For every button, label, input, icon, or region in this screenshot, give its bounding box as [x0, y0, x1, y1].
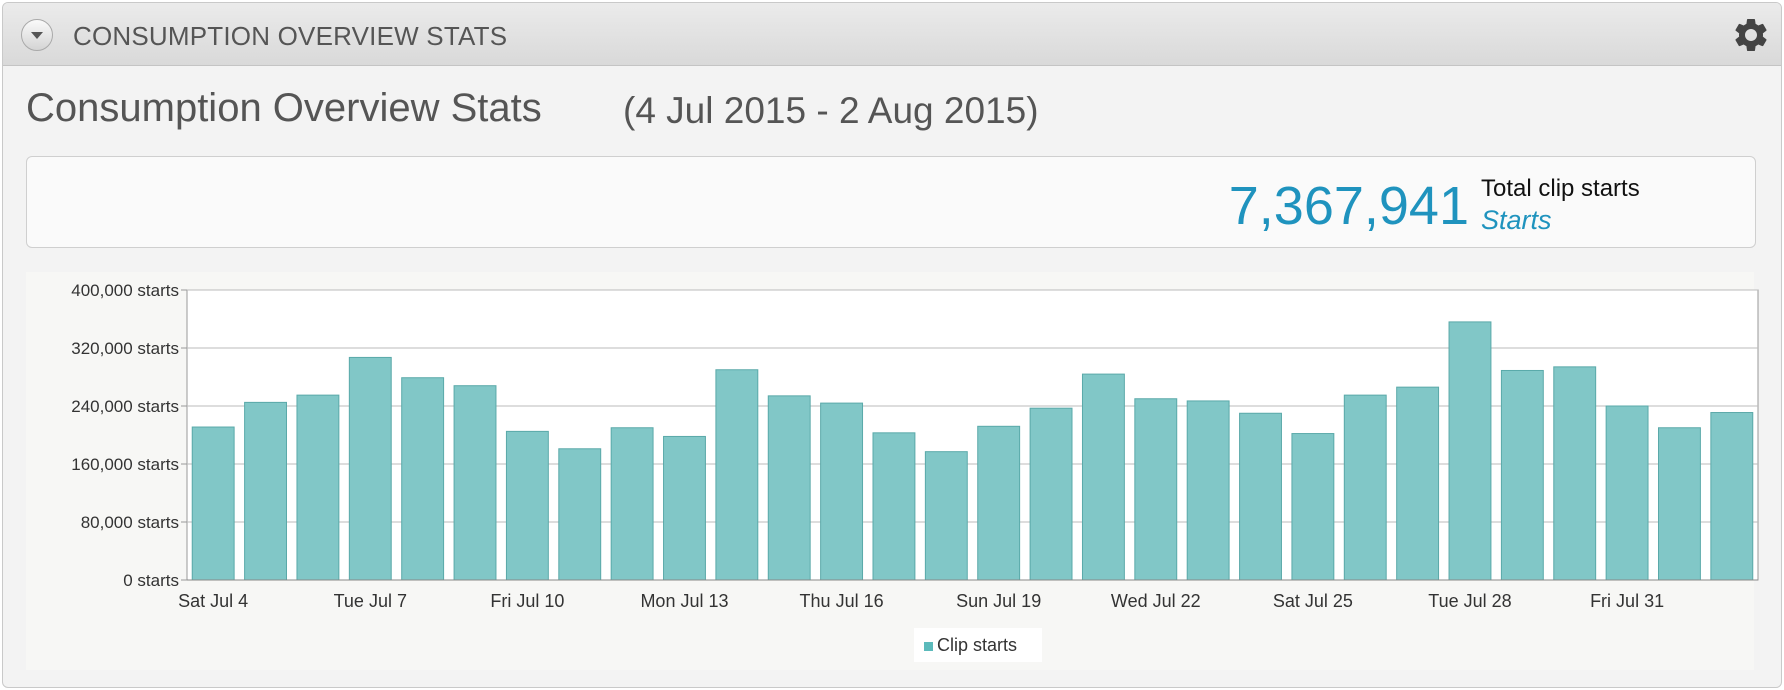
bar — [1605, 405, 1649, 581]
x-tick-label: Tue Jul 7 — [334, 591, 407, 611]
bar — [767, 395, 811, 581]
bar — [872, 432, 916, 581]
bar — [401, 377, 445, 581]
bar — [348, 356, 392, 581]
x-tick-label: Wed Jul 22 — [1111, 591, 1201, 611]
bar — [1291, 433, 1335, 581]
bar — [244, 401, 287, 581]
bar-chart: 0 starts 80,000 starts 160,000 starts 240,0… — [71, 281, 1759, 611]
x-tick-label: Tue Jul 28 — [1428, 591, 1511, 611]
y-tick-label: 240,000 starts — [71, 397, 179, 416]
bar — [1029, 407, 1073, 581]
bar — [820, 402, 864, 581]
bar — [663, 435, 706, 581]
bar — [453, 385, 497, 581]
bar — [610, 427, 654, 581]
legend-label: Clip starts — [937, 635, 1018, 655]
bar — [505, 430, 549, 581]
y-tick-label: 320,000 starts — [71, 339, 179, 358]
bar — [1134, 398, 1178, 581]
x-tick-label: Mon Jul 13 — [640, 591, 728, 611]
bar — [1710, 412, 1754, 581]
x-tick-label: Fri Jul 31 — [1590, 591, 1664, 611]
bar — [191, 426, 235, 581]
x-tick-label: Sat Jul 25 — [1273, 591, 1353, 611]
y-tick-label: 80,000 starts — [81, 513, 179, 532]
legend-swatch — [924, 642, 933, 651]
bar — [1448, 321, 1492, 581]
bar — [558, 448, 602, 581]
x-tick-label: Sat Jul 4 — [178, 591, 248, 611]
x-tick-label: Sun Jul 19 — [956, 591, 1041, 611]
bar — [924, 451, 968, 581]
bar — [715, 369, 759, 581]
y-tick-label: 160,000 starts — [71, 455, 179, 474]
bar — [1186, 400, 1230, 581]
bar — [296, 394, 340, 581]
bar — [1658, 427, 1701, 581]
bar — [977, 425, 1021, 581]
x-tick-label: Thu Jul 16 — [800, 591, 884, 611]
bar — [1553, 366, 1597, 581]
y-tick-label: 0 starts — [123, 571, 179, 590]
bar — [1500, 369, 1544, 581]
x-tick-label: Fri Jul 10 — [490, 591, 564, 611]
y-tick-label: 400,000 starts — [71, 281, 179, 300]
bar — [1081, 373, 1125, 581]
bar — [1343, 394, 1387, 581]
bar — [1239, 412, 1282, 581]
bar — [1396, 386, 1440, 581]
chart-legend[interactable]: Clip starts — [914, 628, 1042, 662]
